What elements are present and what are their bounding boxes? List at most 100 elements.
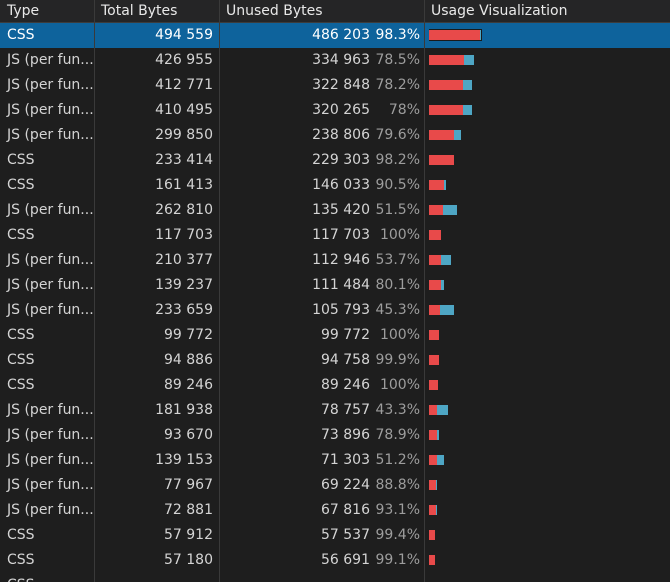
cell-unused-percent: 78.9%: [375, 427, 420, 443]
cell-total-bytes: 426 955: [155, 52, 213, 68]
table-row[interactable]: CSS 57 912 57 537 99.4%: [0, 523, 670, 548]
cell-unused-bytes: 94 758: [321, 352, 370, 368]
cell-total-bytes: 139 237: [155, 277, 213, 293]
table-row[interactable]: JS (per fun... 181 938 78 757 43.3%: [0, 398, 670, 423]
table-row[interactable]: JS (per fun... 410 495 320 265 78%: [0, 98, 670, 123]
unused-bytes-bar: [429, 55, 464, 65]
cell-unused-bytes: [219, 573, 374, 582]
cell-total-bytes: 262 810: [155, 202, 213, 218]
table-row[interactable]: CSS 233 414 229 303 98.2%: [0, 148, 670, 173]
usage-bar: [429, 55, 474, 65]
table-row[interactable]: CSS 117 703 117 703 100%: [0, 223, 670, 248]
used-bytes-bar: [464, 55, 474, 65]
cell-unused-bytes: 71 303: [321, 452, 370, 468]
table-row[interactable]: JS (per fun... 72 881 67 816 93.1%: [0, 498, 670, 523]
unused-bytes-bar: [429, 555, 435, 565]
table-row[interactable]: CSS 494 559 486 203 98.3%: [0, 23, 670, 48]
cell-total-bytes: [94, 573, 219, 582]
cell-type: JS (per fun...: [7, 77, 94, 93]
cell-usage-visualization: [429, 498, 669, 523]
unused-bytes-bar: [429, 355, 439, 365]
cell-type: JS (per fun...: [7, 102, 94, 118]
table-row[interactable]: CSS 94 886 94 758 99.9%: [0, 348, 670, 373]
cell-unused-percent: 100%: [379, 227, 420, 243]
cell-total-bytes: 139 153: [155, 452, 213, 468]
table-row[interactable]: JS (per fun... 262 810 135 420 51.5%: [0, 198, 670, 223]
unused-bytes-bar: [429, 230, 441, 240]
cell-unused-percent: 78%: [388, 102, 420, 118]
used-bytes-bar: [443, 205, 457, 215]
column-header-total-bytes[interactable]: Total Bytes: [94, 0, 219, 22]
cell-usage-visualization: [429, 573, 669, 582]
cell-total-bytes: 117 703: [155, 227, 213, 243]
used-bytes-bar: [444, 180, 446, 190]
table-row[interactable]: CSS 57 180 56 691 99.1%: [0, 548, 670, 573]
table-row[interactable]: JS (per fun... 299 850 238 806 79.6%: [0, 123, 670, 148]
cell-total-bytes: 161 413: [155, 177, 213, 193]
cell-usage-visualization: [429, 123, 669, 148]
table-row[interactable]: JS (per fun... 412 771 322 848 78.2%: [0, 73, 670, 98]
unused-bytes-bar: [429, 130, 454, 140]
cell-type: CSS: [7, 27, 35, 43]
used-bytes-bar: [436, 505, 437, 515]
used-bytes-bar: [437, 405, 448, 415]
cell-unused-bytes: 229 303: [312, 152, 370, 168]
cell-usage-visualization: [429, 373, 669, 398]
unused-bytes-bar: [429, 480, 436, 490]
table-row[interactable]: JS (per fun... 139 237 111 484 80.1%: [0, 273, 670, 298]
table-row[interactable]: JS (per fun... 77 967 69 224 88.8%: [0, 473, 670, 498]
table-header: Type Total Bytes Unused Bytes Usage Visu…: [0, 0, 670, 23]
table-row[interactable]: JS (per fun... 233 659 105 793 45.3%: [0, 298, 670, 323]
cell-type: CSS: [7, 377, 35, 393]
used-bytes-bar: [437, 430, 439, 440]
usage-bar: [429, 280, 444, 290]
cell-usage-visualization: [429, 523, 669, 548]
cell-unused-percent: [374, 573, 420, 582]
cell-unused-bytes: 135 420: [312, 202, 370, 218]
used-bytes-bar: [441, 255, 451, 265]
cell-usage-visualization: [429, 48, 669, 73]
cell-unused-percent: 99.1%: [375, 552, 420, 568]
cell-total-bytes: 494 559: [155, 27, 213, 43]
column-divider[interactable]: [424, 0, 425, 582]
column-divider[interactable]: [94, 0, 95, 582]
usage-bar: [429, 230, 441, 240]
usage-bar: [429, 330, 439, 340]
table-row[interactable]: JS (per fun... 426 955 334 963 78.5%: [0, 48, 670, 73]
column-header-type[interactable]: Type: [0, 0, 94, 22]
table-row[interactable]: CSS 89 246 89 246 100%: [0, 373, 670, 398]
cell-type: JS (per fun...: [7, 127, 94, 143]
table-row[interactable]: CSS 99 772 99 772 100%: [0, 323, 670, 348]
cell-type: JS (per fun...: [7, 427, 94, 443]
column-divider[interactable]: [219, 0, 220, 582]
cell-type: CSS: [7, 327, 35, 343]
cell-type: JS (per fun...: [7, 252, 94, 268]
cell-unused-bytes: 69 224: [321, 477, 370, 493]
table-row[interactable]: CSS 161 413 146 033 90.5%: [0, 173, 670, 198]
table-row[interactable]: CSS: [0, 573, 670, 582]
used-bytes-bar: [436, 480, 437, 490]
cell-unused-percent: 78.2%: [375, 77, 420, 93]
cell-unused-percent: 53.7%: [375, 252, 420, 268]
cell-total-bytes: 94 886: [164, 352, 213, 368]
cell-unused-percent: 80.1%: [375, 277, 420, 293]
cell-unused-bytes: 111 484: [312, 277, 370, 293]
table-row[interactable]: JS (per fun... 93 670 73 896 78.9%: [0, 423, 670, 448]
column-header-unused-bytes[interactable]: Unused Bytes: [219, 0, 424, 22]
cell-total-bytes: 57 180: [164, 552, 213, 568]
cell-unused-percent: 43.3%: [375, 402, 420, 418]
cell-unused-bytes: 112 946: [312, 252, 370, 268]
cell-unused-percent: 98.2%: [375, 152, 420, 168]
cell-unused-bytes: 117 703: [312, 227, 370, 243]
cell-total-bytes: 210 377: [155, 252, 213, 268]
cell-type: JS (per fun...: [7, 402, 94, 418]
cell-unused-percent: 79.6%: [375, 127, 420, 143]
cell-unused-percent: 78.5%: [375, 52, 420, 68]
cell-type: JS (per fun...: [7, 277, 94, 293]
used-bytes-bar: [480, 30, 481, 40]
column-header-usage-visualization[interactable]: Usage Visualization: [424, 0, 670, 22]
unused-bytes-bar: [429, 505, 436, 515]
used-bytes-bar: [440, 305, 454, 315]
table-row[interactable]: JS (per fun... 139 153 71 303 51.2%: [0, 448, 670, 473]
table-row[interactable]: JS (per fun... 210 377 112 946 53.7%: [0, 248, 670, 273]
